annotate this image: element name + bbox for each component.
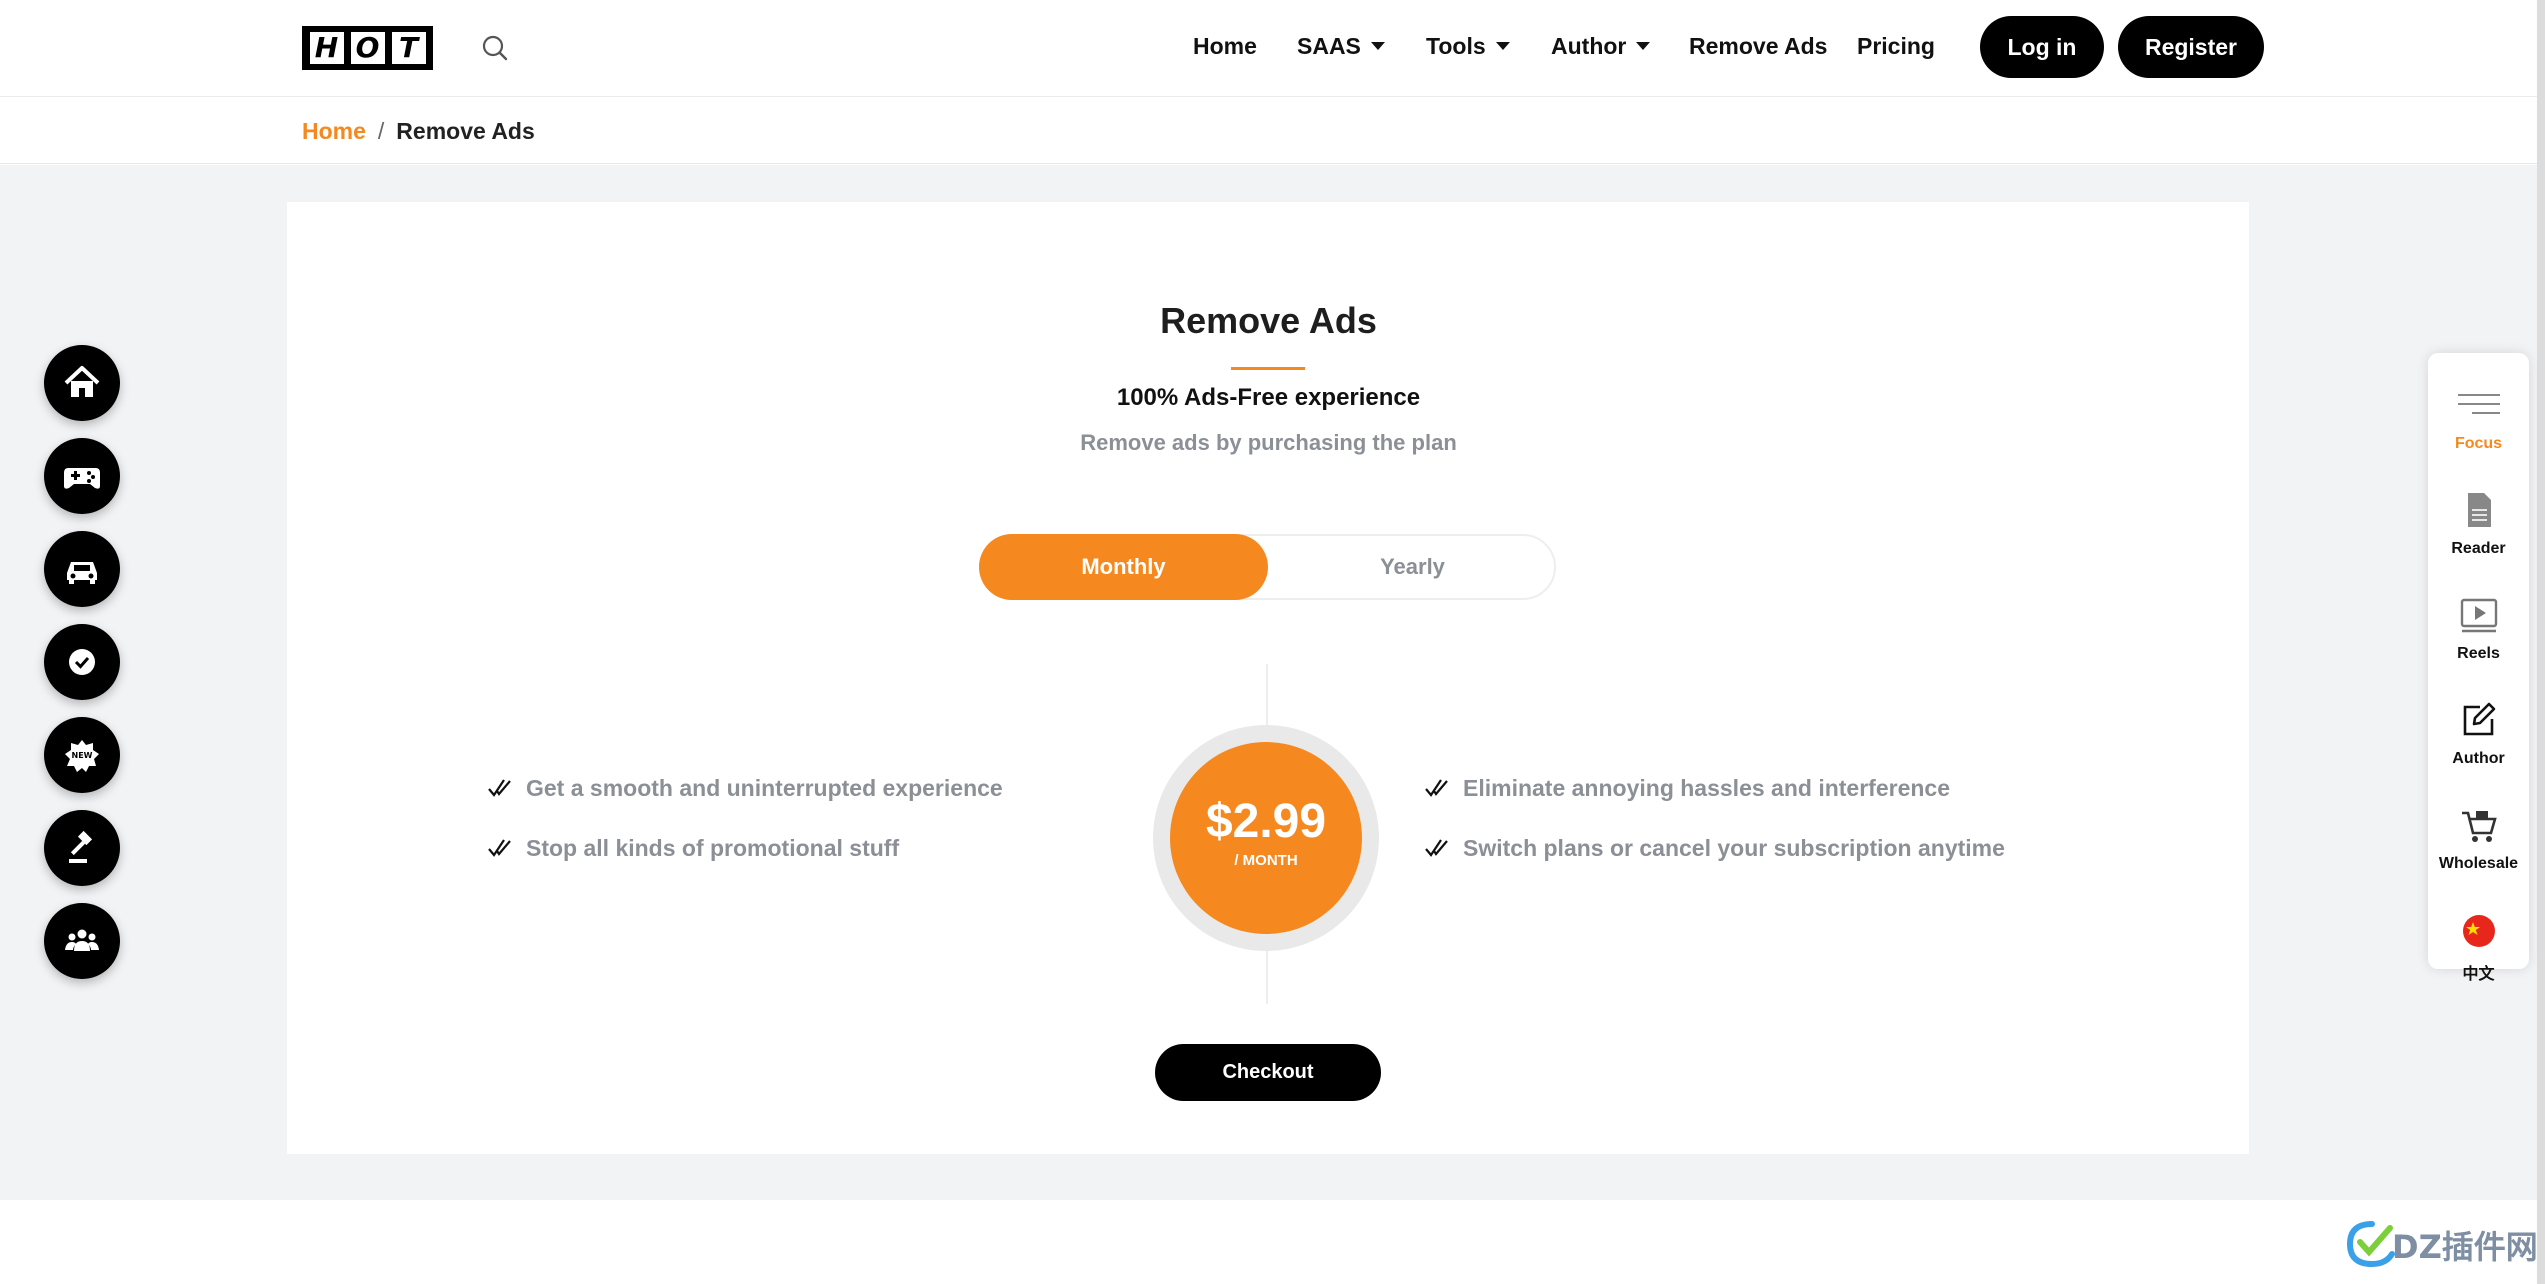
float-auction-button[interactable] — [44, 810, 120, 886]
panel-reader[interactable]: Reader — [2428, 478, 2529, 578]
billing-toggle: Monthly Yearly — [979, 534, 1556, 600]
toggle-monthly[interactable]: Monthly — [979, 534, 1268, 600]
feature-item: Eliminate annoying hassles and interfere… — [1425, 772, 1950, 804]
nav-tools[interactable]: Tools — [1426, 28, 1510, 64]
price-badge: $2.99 / MONTH — [1170, 742, 1362, 934]
double-check-icon — [1425, 839, 1448, 857]
checkout-button[interactable]: Checkout — [1155, 1044, 1381, 1101]
panel-wholesale[interactable]: Wholesale — [2428, 793, 2529, 893]
video-play-icon — [2460, 598, 2498, 633]
price-period: / MONTH — [1234, 852, 1298, 869]
panel-label: Reels — [2457, 645, 2500, 662]
cart-icon — [2462, 811, 2497, 842]
feature-item: Get a smooth and uninterrupted experienc… — [488, 772, 1003, 804]
panel-label: Author — [2452, 750, 2505, 767]
breadcrumb: Home / Remove Ads — [0, 98, 2537, 164]
double-check-icon — [488, 839, 511, 857]
community-icon — [65, 929, 99, 951]
float-community-button[interactable] — [44, 903, 120, 979]
breadcrumb-current: Remove Ads — [396, 118, 535, 144]
double-check-icon — [488, 779, 511, 797]
car-icon — [67, 562, 97, 584]
nav-saas[interactable]: SAAS — [1297, 28, 1385, 64]
register-button[interactable]: Register — [2118, 16, 2264, 78]
panel-label: Reader — [2451, 540, 2506, 557]
panel-focus[interactable]: Focus — [2428, 373, 2529, 473]
page-title: Remove Ads — [1160, 300, 1377, 341]
panel-label: 中文 — [2462, 966, 2495, 983]
gavel-icon — [69, 830, 93, 863]
menu-lines-icon — [2458, 394, 2500, 414]
page-footer-area — [0, 1200, 2537, 1284]
panel-author[interactable]: Author — [2428, 688, 2529, 788]
caret-down-icon — [1636, 42, 1651, 51]
float-home-button[interactable] — [44, 345, 120, 421]
panel-language[interactable]: 中文 — [2428, 898, 2529, 998]
page-description: Remove ads by purchasing the plan — [1080, 430, 1457, 455]
site-logo[interactable]: H O T — [302, 26, 433, 70]
gamepad-icon — [64, 468, 100, 489]
float-cars-button[interactable] — [44, 531, 120, 607]
float-verified-button[interactable] — [44, 624, 120, 700]
title-underline — [1231, 367, 1305, 370]
double-check-icon — [1425, 779, 1448, 797]
svg-text:NEW: NEW — [72, 751, 93, 760]
right-tool-panel: Focus Reader Reels Author Wholesale 中文 — [2428, 353, 2529, 983]
logo-letter: H — [309, 32, 344, 64]
pricing-card — [287, 202, 2249, 1154]
caret-down-icon — [1370, 42, 1385, 51]
breadcrumb-home-link[interactable]: Home — [302, 118, 366, 144]
toggle-yearly[interactable]: Yearly — [1269, 536, 1556, 598]
site-header: H O T Home SAAS Tools Author Remove Ads … — [0, 0, 2537, 97]
feature-item: Switch plans or cancel your subscription… — [1425, 832, 2005, 864]
watermark-text: DZ插件网 — [2392, 1228, 2538, 1266]
login-button[interactable]: Log in — [1980, 16, 2104, 78]
page-scrollbar[interactable] — [2537, 0, 2545, 1284]
float-new-button[interactable]: NEW — [44, 717, 120, 793]
float-games-button[interactable] — [44, 438, 120, 514]
panel-reels[interactable]: Reels — [2428, 583, 2529, 683]
edit-icon — [2463, 702, 2496, 736]
nav-author[interactable]: Author — [1551, 28, 1651, 64]
page-subtitle: 100% Ads-Free experience — [1116, 384, 1421, 411]
nav-remove-ads[interactable]: Remove Ads — [1689, 28, 1827, 64]
panel-label: Wholesale — [2438, 855, 2519, 872]
price-amount: $2.99 — [1205, 795, 1327, 848]
logo-letter: O — [350, 32, 385, 64]
nav-pricing[interactable]: Pricing — [1857, 28, 1935, 64]
feature-item: Stop all kinds of promotional stuff — [488, 832, 899, 864]
document-icon — [2468, 493, 2491, 527]
nav-home[interactable]: Home — [1193, 28, 1257, 64]
search-icon[interactable] — [480, 33, 510, 63]
new-badge-icon: NEW — [65, 740, 99, 772]
logo-letter: T — [391, 32, 426, 64]
china-flag-icon — [2463, 915, 2495, 947]
home-icon — [64, 366, 100, 397]
panel-label: Focus — [2454, 435, 2503, 452]
breadcrumb-separator: / — [377, 118, 385, 144]
scrollbar-thumb[interactable] — [2537, 0, 2545, 1284]
caret-down-icon — [1495, 42, 1510, 51]
verified-badge-icon — [69, 649, 95, 675]
